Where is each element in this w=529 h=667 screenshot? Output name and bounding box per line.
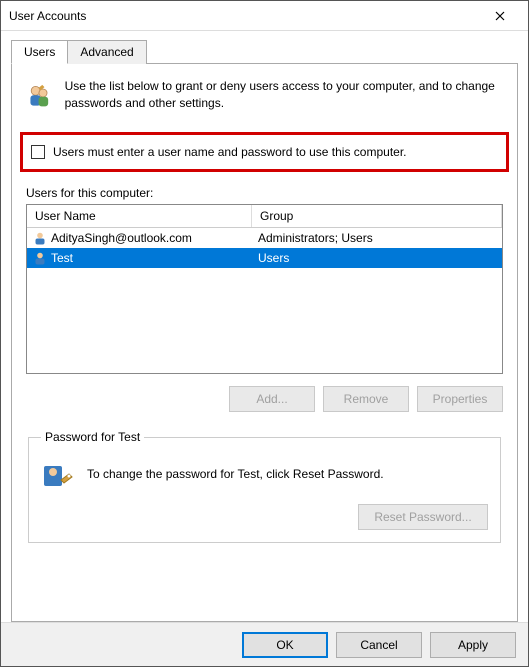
user-accounts-window: User Accounts Users Advanced Use the lis… bbox=[0, 0, 529, 667]
dialog-button-bar: OK Cancel Apply bbox=[1, 622, 528, 666]
users-list-label: Users for this computer: bbox=[26, 186, 503, 200]
users-icon bbox=[26, 78, 53, 114]
user-row[interactable]: AdityaSingh@outlook.com Administrators; … bbox=[27, 228, 502, 248]
intro-text: Use the list below to grant or deny user… bbox=[65, 78, 503, 112]
password-groupbox: Password for Test To change the password… bbox=[28, 430, 501, 543]
apply-button[interactable]: Apply bbox=[430, 632, 516, 658]
require-password-checkbox[interactable] bbox=[31, 145, 45, 159]
add-button[interactable]: Add... bbox=[229, 386, 315, 412]
window-title: User Accounts bbox=[9, 9, 480, 23]
user-buttons-row: Add... Remove Properties bbox=[26, 386, 503, 412]
close-icon bbox=[495, 11, 505, 21]
user-name-cell: AdityaSingh@outlook.com bbox=[51, 231, 192, 245]
user-group-cell: Users bbox=[258, 251, 289, 265]
key-icon bbox=[41, 458, 73, 490]
user-group-cell: Administrators; Users bbox=[258, 231, 373, 245]
remove-button[interactable]: Remove bbox=[323, 386, 409, 412]
password-groupbox-legend: Password for Test bbox=[41, 430, 144, 444]
user-icon bbox=[33, 231, 47, 245]
require-password-row-highlight: Users must enter a user name and passwor… bbox=[20, 132, 509, 172]
users-listview[interactable]: User Name Group AdityaSingh@outlook.com … bbox=[26, 204, 503, 374]
column-header-username[interactable]: User Name bbox=[27, 205, 252, 227]
password-instruction-text: To change the password for Test, click R… bbox=[87, 467, 488, 481]
intro-row: Use the list below to grant or deny user… bbox=[26, 78, 503, 114]
tab-users-label: Users bbox=[24, 45, 55, 59]
user-row[interactable]: Test Users bbox=[27, 248, 502, 268]
user-icon bbox=[33, 251, 47, 265]
client-area: Users Advanced Use the list below to gra… bbox=[1, 31, 528, 666]
titlebar: User Accounts bbox=[1, 1, 528, 31]
properties-button[interactable]: Properties bbox=[417, 386, 503, 412]
ok-button[interactable]: OK bbox=[242, 632, 328, 658]
close-button[interactable] bbox=[480, 2, 520, 30]
listview-header: User Name Group bbox=[27, 205, 502, 228]
tab-users[interactable]: Users bbox=[11, 40, 68, 64]
cancel-button[interactable]: Cancel bbox=[336, 632, 422, 658]
tabpanel-users: Use the list below to grant or deny user… bbox=[11, 63, 518, 622]
tab-advanced-label: Advanced bbox=[80, 45, 133, 59]
tab-strip: Users Advanced bbox=[11, 39, 518, 63]
column-header-group[interactable]: Group bbox=[252, 205, 502, 227]
reset-password-button[interactable]: Reset Password... bbox=[358, 504, 488, 530]
require-password-label: Users must enter a user name and passwor… bbox=[53, 145, 407, 159]
user-name-cell: Test bbox=[51, 251, 73, 265]
tab-advanced[interactable]: Advanced bbox=[67, 40, 146, 64]
